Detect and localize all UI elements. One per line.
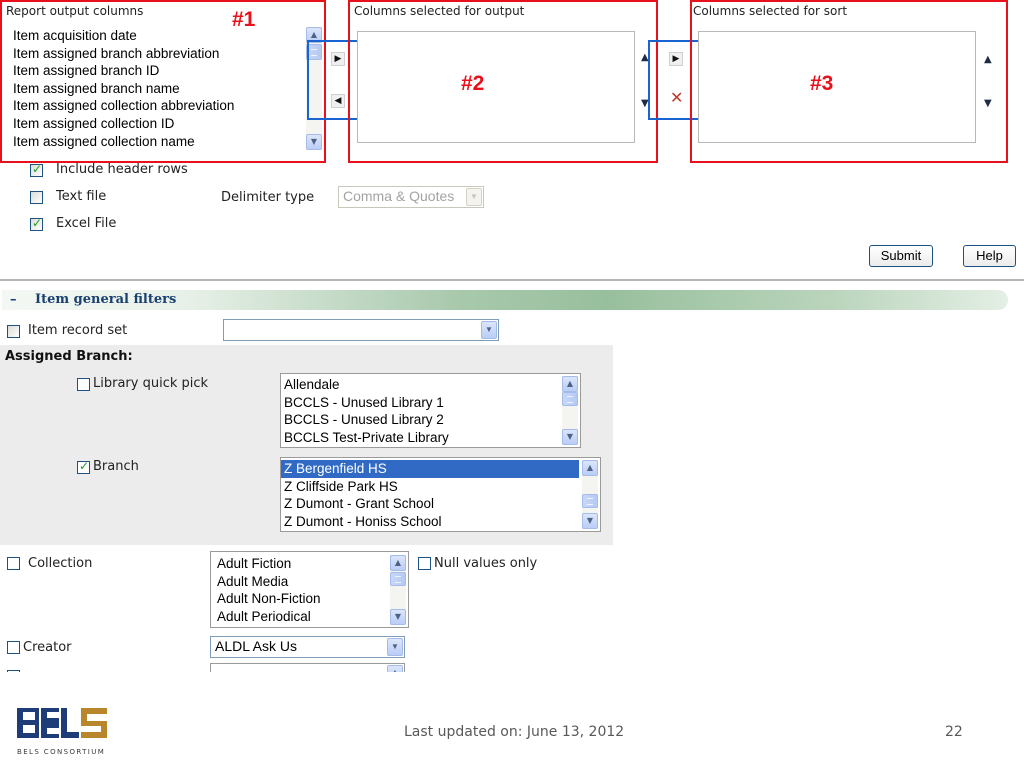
- creator-value: ALDL Ask Us: [215, 638, 297, 654]
- assigned-branch-label: Assigned Branch:: [5, 349, 133, 364]
- branch-scrollbar[interactable]: ▲ ▼: [582, 460, 598, 529]
- callout-label-2: #2: [461, 72, 485, 95]
- delimiter-select[interactable]: Comma & Quotes ▼: [338, 186, 484, 208]
- branch-option[interactable]: Z Bergenfield HS: [281, 460, 579, 478]
- null-values-only-label: Null values only: [434, 556, 538, 571]
- branch-option[interactable]: Z Dumont - Honiss School: [281, 513, 579, 531]
- quick-pick-scrollbar[interactable]: ▲ ▼: [562, 376, 578, 445]
- item-record-set-label: Item record set: [28, 323, 128, 338]
- null-values-only-checkbox[interactable]: [418, 557, 431, 570]
- collection-option[interactable]: Adult Media: [214, 573, 321, 591]
- creator-select[interactable]: ALDL Ask Us ▼: [210, 636, 405, 658]
- library-option[interactable]: Allendale: [281, 376, 449, 394]
- callout-label-1: #1: [232, 8, 256, 31]
- library-option[interactable]: BCCLS Test-Private Library: [281, 429, 449, 447]
- library-quick-pick-checkbox[interactable]: [77, 378, 90, 391]
- partial-row-clip: ▲: [0, 662, 420, 672]
- text-file-label: Text file: [56, 189, 107, 204]
- text-file-checkbox[interactable]: [30, 191, 43, 204]
- delimiter-value: Comma & Quotes: [343, 188, 455, 204]
- dropdown-arrow-icon: ▼: [387, 638, 403, 656]
- scroll-up-icon[interactable]: ▲: [387, 665, 403, 672]
- collapse-icon[interactable]: –: [10, 292, 17, 307]
- library-option[interactable]: BCCLS - Unused Library 1: [281, 394, 449, 412]
- collection-option[interactable]: Adult Non-Fiction: [214, 590, 321, 608]
- item-record-set-checkbox[interactable]: [7, 325, 20, 338]
- delimiter-type-label: Delimiter type: [221, 190, 315, 205]
- collection-scrollbar[interactable]: ▲ ▼: [390, 555, 406, 625]
- dropdown-arrow-icon: ▼: [466, 188, 482, 206]
- excel-file-checkbox[interactable]: [30, 216, 43, 231]
- excel-file-label: Excel File: [56, 216, 117, 231]
- collection-option[interactable]: Adult Fiction: [214, 555, 321, 573]
- include-header-checkbox[interactable]: [30, 162, 43, 177]
- scroll-thumb[interactable]: [562, 392, 578, 406]
- scroll-down-icon[interactable]: ▼: [582, 513, 598, 529]
- branch-label: Branch: [93, 459, 139, 474]
- filters-title: Item general filters: [35, 292, 177, 307]
- scroll-down-icon[interactable]: ▼: [390, 609, 406, 625]
- creator-checkbox[interactable]: [7, 641, 20, 654]
- collection-label: Collection: [28, 556, 93, 571]
- scroll-up-icon[interactable]: ▲: [582, 460, 598, 476]
- partial-checkbox[interactable]: [7, 670, 20, 672]
- scroll-thumb[interactable]: [390, 572, 406, 586]
- help-button[interactable]: Help: [963, 245, 1016, 267]
- bels-logo-subtitle: BELS CONSORTIUM: [17, 748, 106, 756]
- collection-option[interactable]: Adult Periodical: [214, 608, 321, 626]
- creator-label: Creator: [23, 640, 72, 655]
- last-updated: Last updated on: June 13, 2012: [404, 724, 625, 740]
- library-option[interactable]: BCCLS - Unused Library 2: [281, 411, 449, 429]
- bels-logo-mark: [17, 708, 107, 738]
- callout-box-2: [348, 0, 658, 163]
- branch-listbox[interactable]: Z Bergenfield HS Z Cliffside Park HS Z Dum…: [280, 457, 601, 532]
- partial-listbox[interactable]: ▲: [210, 663, 405, 672]
- divider: [0, 279, 1024, 281]
- library-quick-pick-label: Library quick pick: [93, 376, 209, 391]
- branch-option[interactable]: Z Cliffside Park HS: [281, 478, 579, 496]
- bels-logo: BELS CONSORTIUM: [17, 708, 117, 756]
- callout-box-1: [0, 0, 326, 163]
- submit-button[interactable]: Submit: [869, 245, 933, 267]
- branch-checkbox[interactable]: [77, 459, 90, 474]
- branch-option[interactable]: Z Dumont - Grant School: [281, 495, 579, 513]
- callout-label-3: #3: [810, 72, 834, 95]
- scroll-up-icon[interactable]: ▲: [562, 376, 578, 392]
- collection-checkbox[interactable]: [7, 557, 20, 570]
- scroll-up-icon[interactable]: ▲: [390, 555, 406, 571]
- item-record-set-select[interactable]: ▼: [223, 319, 499, 341]
- scroll-down-icon[interactable]: ▼: [562, 429, 578, 445]
- scroll-thumb[interactable]: [582, 494, 598, 508]
- include-header-label: Include header rows: [56, 162, 188, 177]
- dropdown-arrow-icon: ▼: [481, 321, 497, 339]
- callout-box-3: [690, 0, 1008, 163]
- page-number: 22: [945, 724, 963, 740]
- collection-listbox[interactable]: Adult Fiction Adult Media Adult Non-Fictio…: [210, 551, 409, 628]
- library-quick-pick-listbox[interactable]: Allendale BCCLS - Unused Library 1 BCCLS -…: [280, 373, 581, 448]
